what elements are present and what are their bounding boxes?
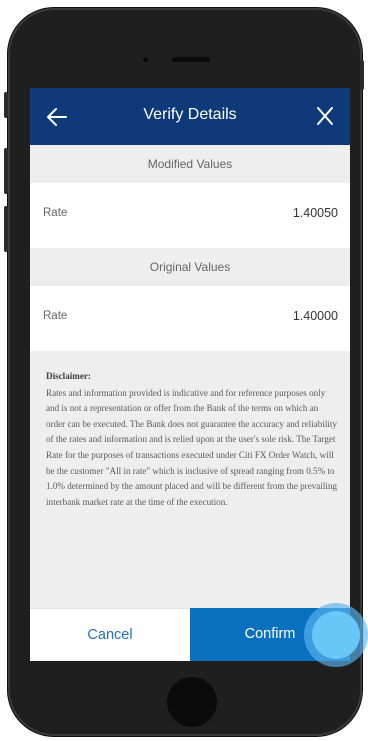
cancel-button[interactable]: Cancel — [30, 608, 190, 661]
home-button[interactable] — [167, 677, 217, 727]
original-values-heading: Original Values — [30, 248, 350, 286]
app-header: Verify Details — [30, 88, 350, 145]
page-title: Verify Details — [143, 106, 237, 123]
speaker-grille — [172, 57, 210, 62]
arrow-left-icon[interactable] — [44, 104, 70, 130]
side-button-power — [360, 60, 364, 90]
disclaimer-title: Disclaimer: — [46, 371, 91, 381]
modified-rate-value: 1.40050 — [292, 206, 338, 220]
original-rate-label: Rate — [43, 310, 68, 322]
side-button-silent — [4, 92, 8, 118]
original-rate-value: 1.40000 — [292, 309, 338, 323]
camera-dot — [143, 57, 148, 62]
original-rate-row: Rate 1.40000 — [30, 286, 350, 351]
modified-values-heading: Modified Values — [30, 145, 350, 183]
touch-indicator — [312, 611, 360, 659]
close-x-icon[interactable] — [312, 103, 338, 129]
side-button-volume-down — [4, 206, 8, 252]
side-button-volume-up — [4, 148, 8, 194]
disclaimer-block: Disclaimer: Rates and information provid… — [46, 369, 338, 510]
action-footer: Cancel Confirm — [30, 608, 350, 661]
disclaimer-text: Rates and information provided is indica… — [46, 387, 337, 507]
modified-rate-row: Rate 1.40050 — [30, 183, 350, 248]
app-screen: Verify Details Modified Values Rate 1.40… — [30, 88, 350, 661]
modified-rate-label: Rate — [43, 207, 68, 219]
